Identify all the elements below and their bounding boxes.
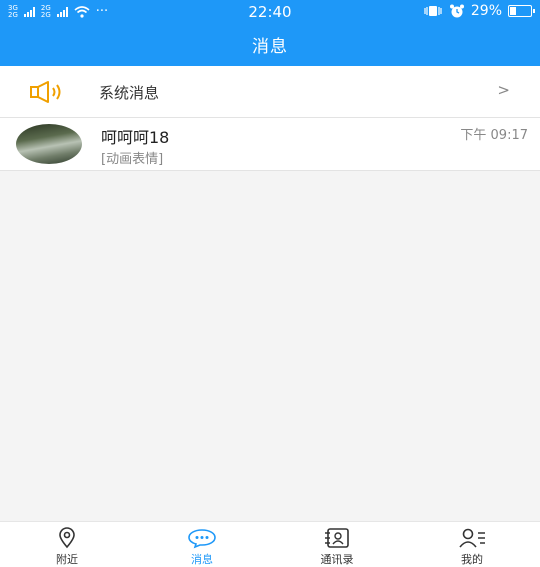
page-title: 消息: [252, 37, 288, 57]
profile-icon: [459, 528, 485, 548]
speaker-icon: [30, 81, 61, 103]
tab-contacts[interactable]: 通讯录: [297, 522, 377, 567]
message-time: 下午 09:17: [460, 128, 528, 143]
tab-label-messages: 消息: [191, 553, 213, 566]
battery-icon: [508, 5, 535, 17]
tab-messages[interactable]: 消息: [162, 522, 242, 567]
system-message-row[interactable]: 系统消息 >: [0, 66, 540, 118]
message-preview: [动画表情]: [101, 152, 164, 167]
contacts-book-icon: [325, 528, 349, 548]
tab-profile[interactable]: 我的: [432, 522, 512, 567]
bottom-tab-bar: 附近 消息 通讯录 我的: [0, 521, 540, 567]
battery-fill: [510, 7, 517, 15]
vibrate-icon: [424, 6, 442, 16]
system-message-label: 系统消息: [99, 84, 160, 102]
conversation-row[interactable]: 呵呵呵18 [动画表情] 下午 09:17: [0, 118, 540, 171]
location-pin-icon: [59, 527, 75, 549]
tab-label-nearby: 附近: [56, 553, 78, 566]
contact-name: 呵呵呵18: [101, 128, 170, 147]
avatar: [16, 124, 82, 164]
tab-label-profile: 我的: [461, 553, 483, 566]
status-bar: 3G 2G 2G 2G ··· 22:40 29%: [0, 0, 540, 24]
status-right-group: 29%: [423, 3, 535, 19]
battery-percent: 29%: [470, 3, 502, 19]
chevron-right-icon: >: [497, 81, 510, 99]
alarm-icon: [449, 4, 464, 18]
tab-label-contacts: 通讯录: [320, 553, 354, 566]
app-header: 3G 2G 2G 2G ··· 22:40 29% 消息: [0, 0, 540, 66]
chat-bubble-icon: [188, 529, 216, 549]
tab-nearby[interactable]: 附近: [27, 522, 107, 567]
